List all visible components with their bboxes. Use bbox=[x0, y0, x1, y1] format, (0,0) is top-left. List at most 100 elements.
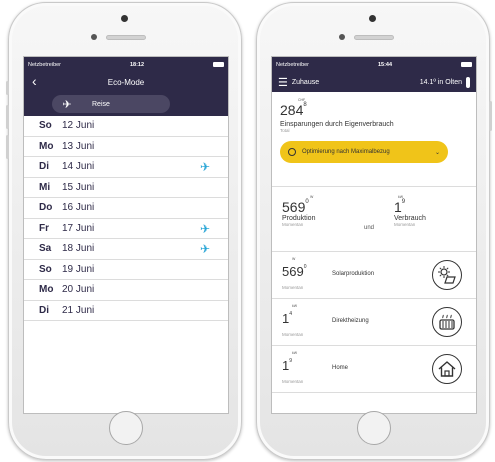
device-sublabel: Momentan bbox=[282, 379, 304, 384]
day-row[interactable]: Mi 15 Juni bbox=[24, 178, 228, 198]
day-of-week: Sa bbox=[39, 243, 52, 255]
volume-down-button bbox=[6, 135, 9, 159]
day-row[interactable]: Mo 20 Juni bbox=[24, 280, 228, 301]
day-row[interactable]: Do 16 Juni bbox=[24, 198, 228, 219]
device-value: 14 bbox=[282, 311, 293, 326]
day-row[interactable]: Di 21 Juni bbox=[24, 301, 228, 321]
device-row-solar[interactable]: W 5690 Momentan Solarproduktion bbox=[272, 252, 476, 299]
proximity-sensor bbox=[339, 34, 345, 40]
device-name: Solarproduktion bbox=[332, 271, 375, 277]
earpiece-speaker bbox=[354, 35, 394, 40]
device-row-heating[interactable]: kW 14 Momentan Direktheizung bbox=[272, 299, 476, 346]
nav-bar: ‹ Eco-Mode bbox=[24, 72, 228, 92]
device-name: Home bbox=[332, 365, 349, 371]
earpiece-speaker bbox=[106, 35, 146, 40]
phone-left: Netzbetreiber 18:12 ‹ Eco-Mode ✈ Reise S… bbox=[6, 2, 242, 460]
consumption-block: kW 19 Verbrauch Momentan bbox=[394, 195, 426, 227]
savings-label: Einsparungen durch Eigenverbrauch bbox=[280, 121, 394, 128]
production-value: 5690 bbox=[282, 199, 309, 215]
day-list: So 12 Juni Mo 13 Juni Di 14 Juni ✈ Mi 15… bbox=[24, 116, 228, 321]
day-of-week: Mo bbox=[39, 140, 54, 152]
thermometer-icon bbox=[466, 76, 470, 88]
optimization-mode-dropdown[interactable]: Optimierung nach Maximalbezug ⌄ bbox=[280, 141, 448, 163]
home-button[interactable] bbox=[357, 411, 391, 445]
house-icon[interactable] bbox=[432, 354, 462, 384]
connector-label: und bbox=[364, 225, 375, 231]
day-date: 15 Juni bbox=[62, 181, 95, 193]
day-date: 21 Juni bbox=[62, 304, 95, 316]
menu-icon[interactable]: ☰ bbox=[278, 76, 288, 89]
device-row-home[interactable]: kW 19 Momentan Home bbox=[272, 346, 476, 393]
savings-value: 2848 bbox=[280, 102, 307, 118]
reise-label: Reise bbox=[92, 100, 110, 108]
home-button[interactable] bbox=[109, 411, 143, 445]
day-of-week: Di bbox=[39, 304, 49, 316]
device-value: 5690 bbox=[282, 264, 307, 279]
day-row[interactable]: Di 14 Juni ✈ bbox=[24, 157, 228, 178]
device-value: 19 bbox=[282, 358, 293, 373]
carrier-label: Netzbetreiber bbox=[276, 61, 310, 68]
status-time: 15:44 bbox=[377, 61, 393, 68]
front-camera bbox=[121, 15, 128, 22]
day-of-week: Do bbox=[39, 202, 53, 214]
device-name: Direktheizung bbox=[332, 318, 369, 324]
airplane-icon: ✈ bbox=[199, 242, 210, 256]
day-row[interactable]: So 12 Juni bbox=[24, 116, 228, 137]
power-button bbox=[489, 101, 492, 131]
day-row[interactable]: So 19 Juni bbox=[24, 260, 228, 280]
day-date: 12 Juni bbox=[62, 120, 95, 132]
savings-sublabel: Total bbox=[280, 128, 290, 133]
consumption-label: Verbrauch bbox=[394, 215, 426, 222]
day-date: 17 Juni bbox=[62, 222, 95, 234]
volume-up-button bbox=[6, 105, 9, 129]
eco-mode-screen: Netzbetreiber 18:12 ‹ Eco-Mode ✈ Reise S… bbox=[23, 56, 229, 414]
production-label: Produktion bbox=[282, 215, 316, 222]
solar-panel-icon[interactable] bbox=[432, 260, 462, 290]
device-unit: kW bbox=[292, 304, 298, 308]
day-date: 20 Juni bbox=[62, 284, 95, 296]
airplane-icon: ✈ bbox=[199, 221, 210, 236]
day-date: 18 Juni bbox=[62, 243, 95, 255]
day-row[interactable]: Mo 13 Juni bbox=[24, 137, 228, 157]
proximity-sensor bbox=[91, 34, 97, 40]
chevron-down-icon: ⌄ bbox=[434, 149, 440, 156]
status-time: 18:12 bbox=[129, 61, 145, 68]
day-row[interactable]: Fr 17 Juni ✈ bbox=[24, 219, 228, 239]
production-consumption-panel: W 5690 Produktion Momentan und kW 19 Ver… bbox=[272, 187, 476, 252]
airplane-icon: ✈ bbox=[199, 160, 210, 174]
day-of-week: Fr bbox=[39, 222, 49, 234]
carrier-label: Netzbetreiber bbox=[28, 61, 62, 68]
chevron-left-icon[interactable]: ‹ bbox=[32, 74, 37, 88]
nav-bar: ☰ Zuhause 14.1º in Olten bbox=[272, 72, 476, 92]
refresh-icon bbox=[288, 148, 296, 156]
front-camera bbox=[369, 15, 376, 22]
day-date: 13 Juni bbox=[62, 140, 95, 152]
page-title: Eco-Mode bbox=[107, 77, 145, 87]
day-of-week: Mo bbox=[39, 284, 54, 296]
day-date: 19 Juni bbox=[62, 263, 95, 275]
device-sublabel: Momentan bbox=[282, 332, 304, 337]
home-screen: Netzbetreiber 15:44 ☰ Zuhause 14.1º in O… bbox=[271, 56, 477, 414]
phone-right: Netzbetreiber 15:44 ☰ Zuhause 14.1º in O… bbox=[256, 2, 492, 460]
optimization-label: Optimierung nach Maximalbezug bbox=[302, 148, 390, 155]
reise-filter-button[interactable]: ✈ Reise bbox=[52, 95, 170, 113]
battery-icon bbox=[460, 62, 472, 67]
production-block: W 5690 Produktion Momentan bbox=[282, 195, 315, 227]
day-of-week: So bbox=[39, 263, 52, 275]
day-date: 14 Juni bbox=[62, 161, 95, 173]
device-unit: kW bbox=[292, 351, 298, 355]
device-sublabel: Momentan bbox=[282, 285, 304, 290]
day-row[interactable]: Sa 18 Juni ✈ bbox=[24, 239, 228, 260]
status-bar: Netzbetreiber 18:12 bbox=[24, 57, 228, 72]
day-of-week: Di bbox=[39, 161, 49, 173]
device-unit: W bbox=[292, 257, 296, 261]
day-date: 16 Juni bbox=[62, 202, 95, 214]
heater-icon[interactable] bbox=[432, 307, 462, 337]
page-title: Zuhause bbox=[291, 78, 320, 86]
airplane-icon: ✈ bbox=[62, 98, 72, 111]
mode-filter-bar: ✈ Reise bbox=[24, 92, 228, 116]
status-bar: Netzbetreiber 15:44 bbox=[272, 57, 476, 72]
battery-icon bbox=[212, 62, 224, 67]
savings-panel: CHF 2848 Einsparungen durch Eigenverbrau… bbox=[272, 92, 476, 187]
consumption-value: 19 bbox=[394, 199, 406, 215]
